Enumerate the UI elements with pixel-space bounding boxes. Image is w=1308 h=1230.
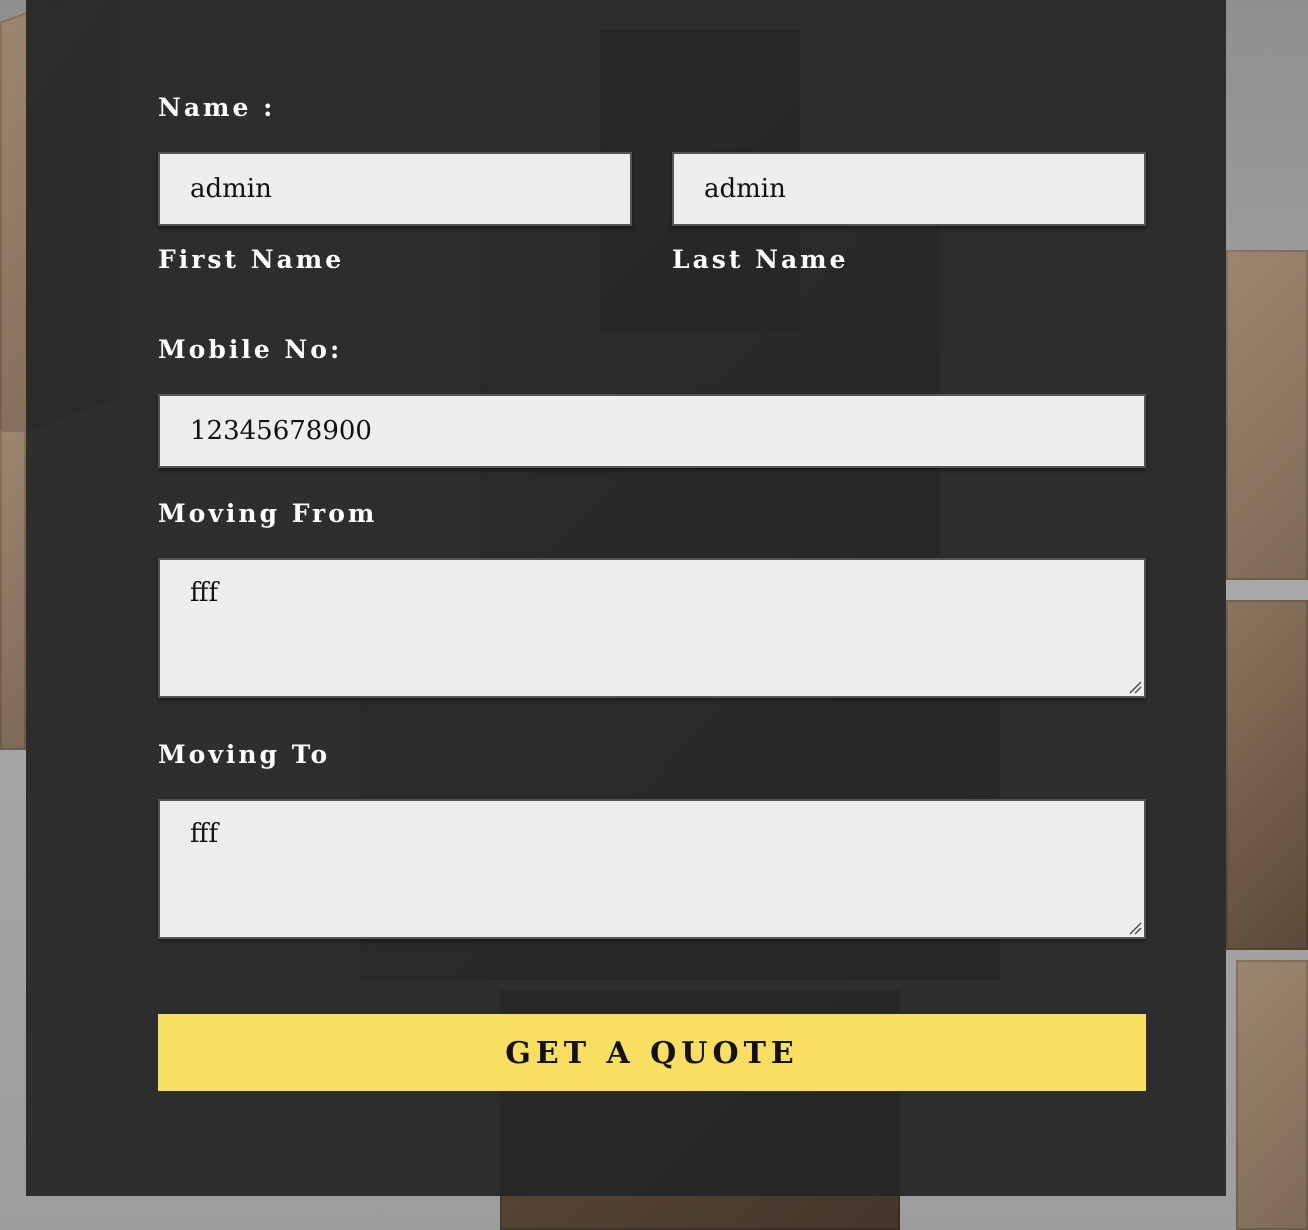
background-box xyxy=(0,430,26,750)
moving-from-label: Moving From xyxy=(158,499,378,528)
moving-from-textarea[interactable]: fff xyxy=(158,558,1146,698)
quote-form-panel: Name : admin admin First Name Last Name … xyxy=(26,0,1226,1196)
mobile-label: Mobile No: xyxy=(158,335,343,364)
moving-to-value: fff xyxy=(190,819,219,849)
first-name-input[interactable]: admin xyxy=(158,152,632,226)
background-box xyxy=(1236,960,1308,1230)
last-name-input[interactable]: admin xyxy=(672,152,1146,226)
moving-from-value: fff xyxy=(190,578,219,608)
resize-grip-icon[interactable] xyxy=(1128,680,1142,694)
moving-to-textarea[interactable]: fff xyxy=(158,799,1146,939)
mobile-input[interactable]: 12345678900 xyxy=(158,394,1146,468)
first-name-caption: First Name xyxy=(158,245,345,274)
get-a-quote-button[interactable]: GET A QUOTE xyxy=(158,1014,1146,1091)
background-box xyxy=(1226,600,1308,950)
last-name-caption: Last Name xyxy=(672,245,849,274)
resize-grip-icon[interactable] xyxy=(1128,921,1142,935)
name-label: Name : xyxy=(158,93,276,122)
background-box xyxy=(1226,250,1308,580)
moving-to-label: Moving To xyxy=(158,740,331,769)
